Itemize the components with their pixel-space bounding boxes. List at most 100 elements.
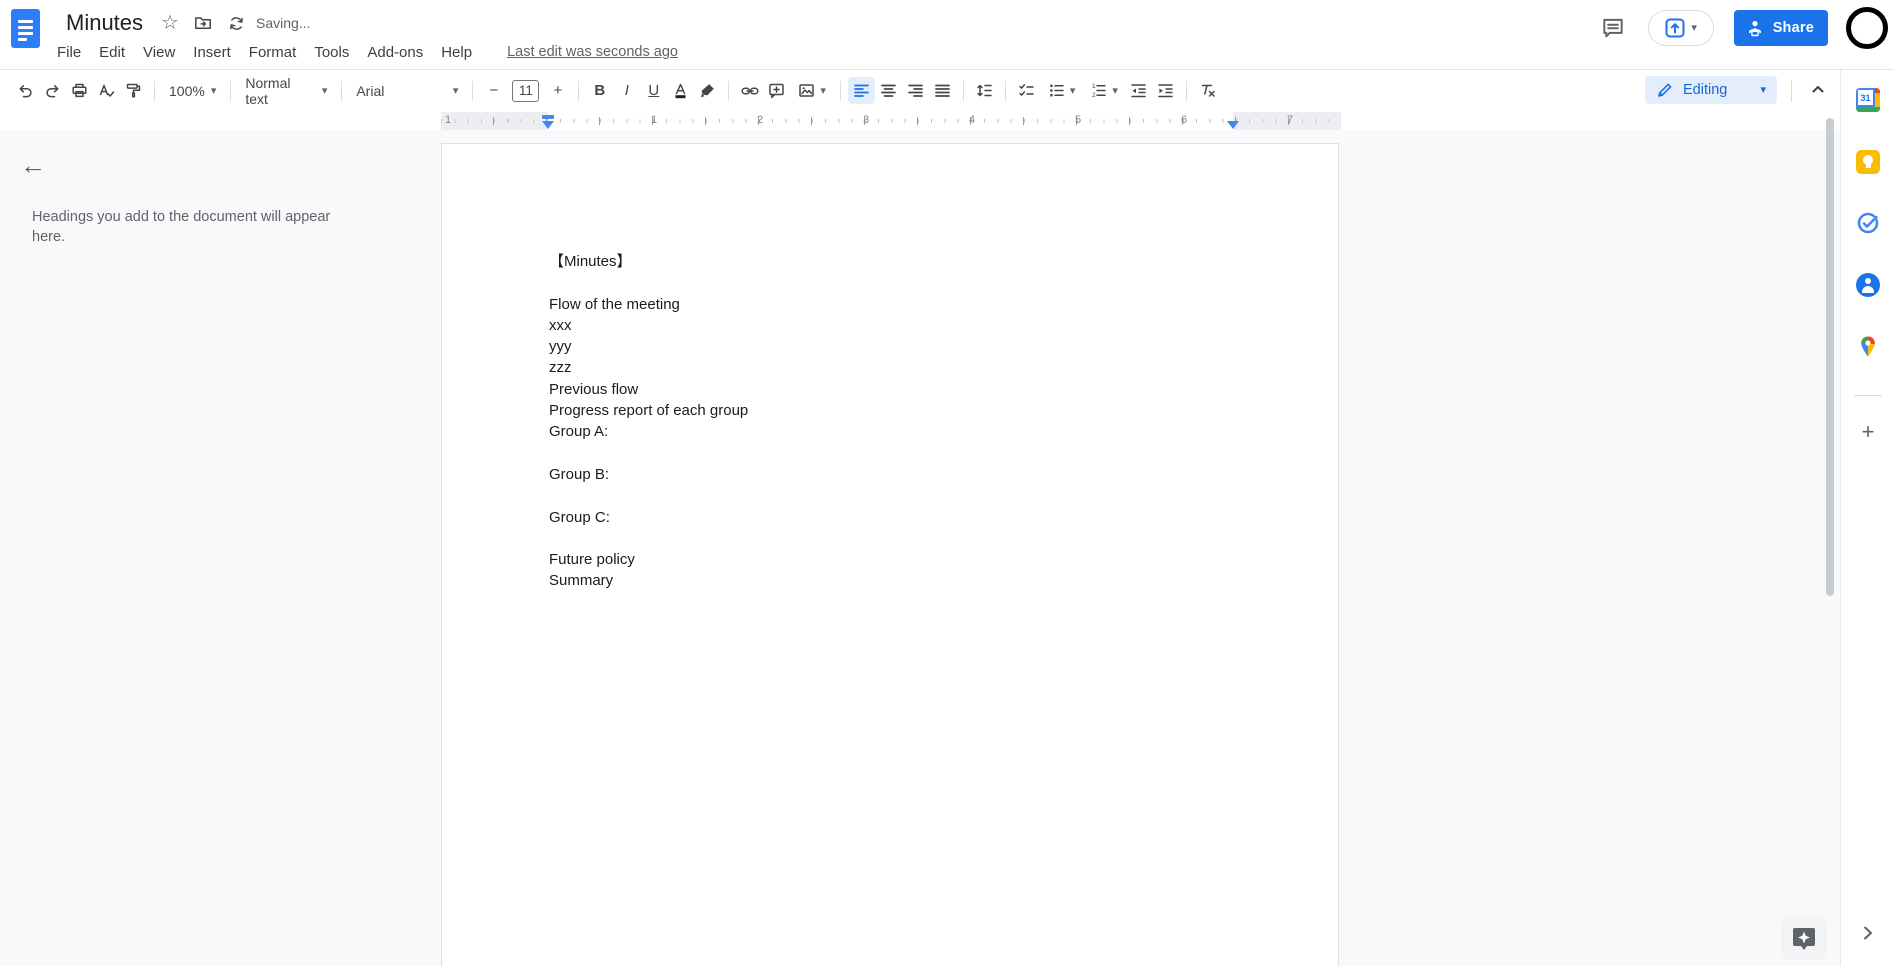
ruler-number: 5	[1074, 114, 1082, 126]
menu-file[interactable]: File	[48, 42, 90, 63]
side-panel-divider	[1854, 395, 1882, 396]
align-left-button[interactable]	[847, 77, 875, 104]
bulleted-list-button[interactable]: ▾	[1040, 77, 1083, 104]
insert-link-button[interactable]	[736, 77, 763, 104]
title-row: Minutes ☆ Saving...	[62, 8, 310, 38]
sync-saving-icon	[227, 14, 246, 33]
image-caret-icon: ▾	[820, 84, 826, 97]
italic-icon: I	[624, 82, 629, 99]
document-title[interactable]: Minutes	[62, 10, 147, 36]
increase-font-size-button[interactable]: +	[544, 77, 571, 104]
horizontal-ruler[interactable]: 1 1 2 3 4 5 6 7	[441, 112, 1341, 130]
keep-app-icon[interactable]	[1856, 150, 1880, 174]
calendar-day-label: 31	[1860, 92, 1871, 103]
increase-indent-button[interactable]	[1152, 77, 1179, 104]
account-avatar[interactable]	[1846, 7, 1888, 49]
highlight-color-button[interactable]	[694, 77, 721, 104]
explore-button[interactable]	[1781, 916, 1827, 960]
hide-menus-button[interactable]	[1804, 75, 1831, 102]
get-addons-button[interactable]: +	[1856, 420, 1880, 444]
open-comments-icon[interactable]	[1600, 15, 1626, 41]
document-line[interactable]: Summary	[549, 570, 1233, 591]
menu-tools[interactable]: Tools	[305, 42, 358, 63]
document-line[interactable]	[549, 443, 1233, 464]
document-line[interactable]	[549, 272, 1233, 293]
editing-mode-button[interactable]: Editing ▾	[1645, 76, 1777, 104]
paragraph-style-select[interactable]: Normal text ▾	[238, 75, 334, 107]
document-line[interactable]: xxx	[549, 315, 1233, 336]
document-line[interactable]: zzz	[549, 357, 1233, 378]
tasks-app-icon[interactable]	[1856, 211, 1880, 235]
last-edit-link[interactable]: Last edit was seconds ago	[507, 44, 678, 60]
star-icon[interactable]: ☆	[161, 13, 179, 33]
line-spacing-button[interactable]	[971, 77, 998, 104]
font-caret-icon: ▾	[452, 84, 459, 97]
document-text[interactable]: 【Minutes】 Flow of the meeting xxx yyy zzz Pr…	[549, 251, 1233, 592]
document-line[interactable]: Flow of the meeting	[549, 294, 1233, 315]
document-canvas: ← Headings you add to the document will …	[0, 130, 1840, 966]
document-line[interactable]: Group B:	[549, 464, 1233, 485]
bold-icon: B	[594, 82, 606, 99]
decrease-indent-button[interactable]	[1125, 77, 1152, 104]
present-caret-icon: ▾	[1691, 22, 1697, 34]
text-color-button[interactable]	[667, 77, 694, 104]
document-line[interactable]	[549, 528, 1233, 549]
editing-caret-icon: ▾	[1760, 84, 1766, 96]
align-center-button[interactable]	[875, 77, 902, 104]
ruler-number: 7	[1286, 114, 1294, 126]
justify-button[interactable]	[929, 77, 956, 104]
menu-edit[interactable]: Edit	[90, 42, 134, 63]
menu-addons[interactable]: Add-ons	[358, 42, 432, 63]
paint-format-button[interactable]	[120, 77, 147, 104]
docs-logo-icon[interactable]	[11, 9, 40, 48]
google-docs-app: { "header": { "title": "Minutes", "savin…	[0, 0, 1894, 966]
align-right-button[interactable]	[902, 77, 929, 104]
menu-insert[interactable]: Insert	[184, 42, 240, 63]
italic-button[interactable]: I	[613, 77, 640, 104]
font-family-select[interactable]: Arial ▾	[349, 77, 465, 104]
close-outline-icon[interactable]: ←	[20, 152, 46, 178]
ruler-number: 2	[756, 114, 764, 126]
calendar-app-icon[interactable]: 31	[1856, 88, 1880, 112]
checklist-button[interactable]	[1013, 77, 1040, 104]
left-indent-marker[interactable]	[542, 121, 554, 129]
document-page[interactable]: 【Minutes】 Flow of the meeting xxx yyy zzz Pr…	[441, 143, 1339, 966]
document-line[interactable]: yyy	[549, 336, 1233, 357]
show-side-panel-icon[interactable]	[1857, 922, 1879, 944]
undo-button[interactable]	[12, 77, 39, 104]
document-line[interactable]	[549, 485, 1233, 506]
add-comment-button[interactable]	[763, 77, 790, 104]
contacts-app-icon[interactable]	[1856, 273, 1880, 297]
present-button[interactable]: ▾	[1647, 10, 1714, 46]
first-line-indent-marker[interactable]	[542, 115, 554, 119]
menu-view[interactable]: View	[134, 42, 184, 63]
insert-image-button[interactable]: ▾	[790, 77, 833, 104]
document-line[interactable]: Group C:	[549, 507, 1233, 528]
spellcheck-button[interactable]	[93, 77, 120, 104]
document-line[interactable]: 【Minutes】	[549, 251, 1233, 272]
clear-formatting-button[interactable]	[1194, 77, 1221, 104]
document-line[interactable]: Group A:	[549, 421, 1233, 442]
numbered-list-button[interactable]: 1 2 ▾	[1082, 77, 1125, 104]
maps-app-icon[interactable]	[1856, 335, 1880, 359]
right-indent-marker[interactable]	[1227, 121, 1239, 129]
underline-button[interactable]: U	[640, 77, 667, 104]
redo-button[interactable]	[39, 77, 66, 104]
share-button[interactable]: Share	[1733, 10, 1828, 46]
document-line[interactable]: Progress report of each group	[549, 400, 1233, 421]
menu-bar: File Edit View Insert Format Tools Add-o…	[48, 39, 678, 65]
underline-icon: U	[648, 82, 660, 99]
bold-button[interactable]: B	[586, 77, 613, 104]
decrease-font-size-button[interactable]: −	[480, 77, 507, 104]
ruler-number: 1	[650, 114, 658, 126]
document-line[interactable]: Previous flow	[549, 379, 1233, 400]
move-folder-icon[interactable]	[193, 13, 213, 33]
zoom-select[interactable]: 100% ▾	[162, 77, 223, 104]
menu-help[interactable]: Help	[432, 42, 481, 63]
document-line[interactable]: Future policy	[549, 549, 1233, 570]
print-button[interactable]	[66, 77, 93, 104]
vertical-scrollbar[interactable]	[1826, 118, 1834, 596]
font-size-input[interactable]: 11	[512, 79, 540, 102]
menu-format[interactable]: Format	[240, 42, 306, 63]
outline-placeholder-text: Headings you add to the document will ap…	[32, 209, 331, 245]
